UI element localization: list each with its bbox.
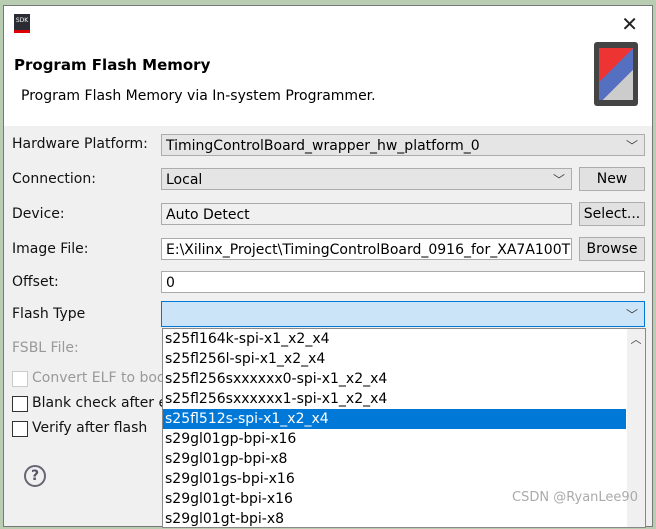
verify-checkbox[interactable]	[12, 421, 28, 437]
new-connection-button[interactable]: New	[579, 167, 645, 191]
select-device-button[interactable]: Select...	[579, 202, 645, 226]
dropdown-option[interactable]: s25fl256sxxxxxx1-spi-x1_x2_x4	[163, 389, 626, 409]
hardware-platform-value: TimingControlBoard_wrapper_hw_platform_0	[166, 138, 480, 154]
page-title: Program Flash Memory	[14, 56, 211, 74]
device-field: Auto Detect	[161, 203, 572, 225]
connection-label: Connection:	[12, 171, 96, 187]
dropdown-option[interactable]: s29gl01gp-bpi-x8	[163, 449, 626, 469]
hardware-platform-label: Hardware Platform:	[12, 136, 148, 152]
chevron-down-icon: ﹀	[625, 308, 638, 322]
flash-type-label: Flash Type	[12, 306, 86, 322]
help-icon[interactable]: ?	[24, 465, 46, 487]
image-file-label: Image File:	[12, 241, 89, 257]
browse-button[interactable]: Browse	[579, 237, 645, 261]
fsbl-file-label: FSBL File:	[12, 340, 79, 356]
dialog-header: SDK ✕ Program Flash Memory Program Flash…	[4, 6, 652, 126]
hardware-platform-select[interactable]: TimingControlBoard_wrapper_hw_platform_0…	[161, 134, 645, 156]
flash-type-select[interactable]: ﹀	[161, 301, 645, 327]
dropdown-option[interactable]: s25fl256l-spi-x1_x2_x4	[163, 349, 626, 369]
image-file-input[interactable]: E:\Xilinx_Project\TimingControlBoard_091…	[161, 238, 572, 260]
dropdown-option[interactable]: s29gl01gp-bpi-x16	[163, 429, 626, 449]
dropdown-option[interactable]: s29gl01gs-bpi-x16	[163, 469, 626, 489]
dropdown-option[interactable]: s25fl512s-spi-x1_x2_x4	[163, 409, 626, 429]
page-subtitle: Program Flash Memory via In-system Progr…	[21, 88, 376, 104]
sdk-app-icon: SDK	[14, 14, 30, 33]
connection-select[interactable]: Local ﹀	[161, 168, 572, 190]
watermark: CSDN @RyanLee90	[512, 490, 638, 505]
convert-elf-checkbox[interactable]	[12, 371, 28, 387]
chevron-up-icon[interactable]: ︿	[627, 331, 645, 347]
offset-label: Offset:	[12, 274, 59, 290]
dropdown-option[interactable]: s29gl01gt-bpi-x8	[163, 509, 626, 529]
chevron-down-icon: ﹀	[552, 173, 565, 187]
dropdown-option[interactable]: s25fl164k-spi-x1_x2_x4	[163, 329, 626, 349]
close-icon[interactable]: ✕	[621, 12, 638, 36]
connection-value: Local	[166, 172, 203, 188]
device-label: Device:	[12, 206, 65, 222]
offset-input[interactable]: 0	[161, 271, 645, 293]
chevron-down-icon: ﹀	[625, 139, 638, 153]
blank-check-checkbox[interactable]	[12, 396, 28, 412]
dropdown-option[interactable]: s25fl256sxxxxxx0-spi-x1_x2_x4	[163, 369, 626, 389]
verify-label: Verify after flash	[32, 420, 148, 436]
flash-card-icon	[594, 42, 638, 106]
